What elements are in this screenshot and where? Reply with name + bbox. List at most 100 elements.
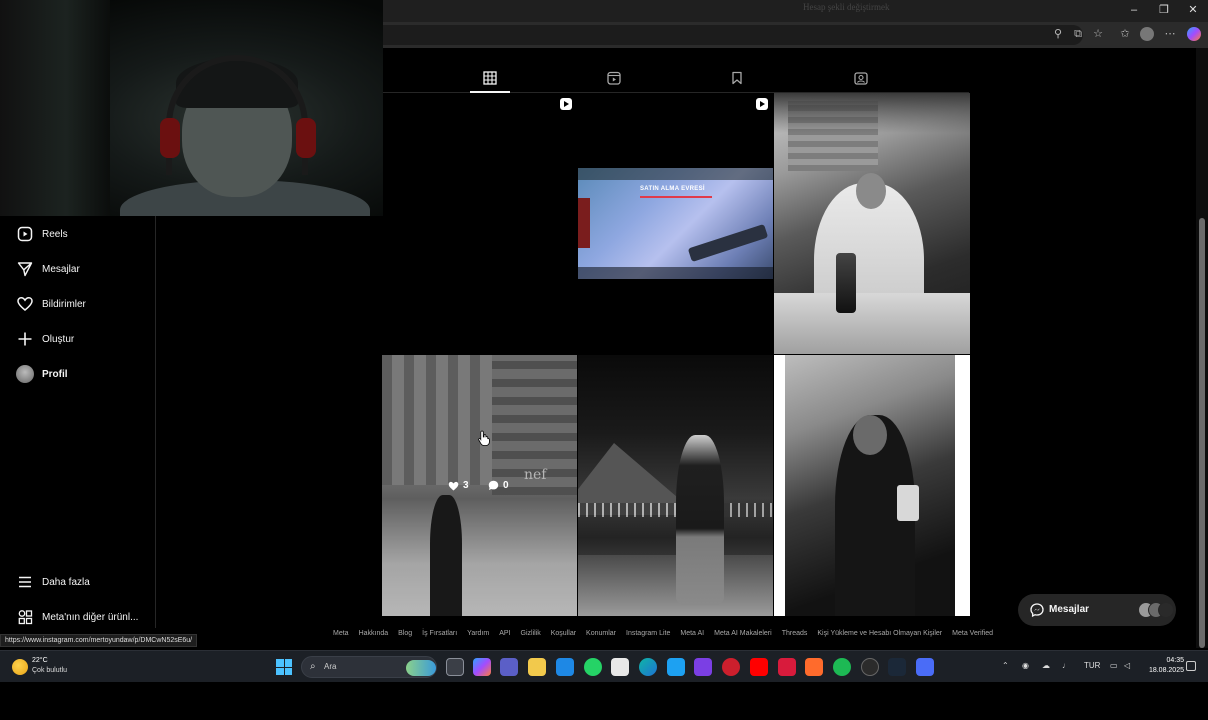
task-view-icon[interactable] [446, 658, 464, 676]
copilot-app-icon[interactable] [473, 658, 491, 676]
key-icon[interactable]: ⚲ [1051, 27, 1065, 41]
copilot-icon[interactable] [1187, 27, 1201, 41]
minimize-button[interactable]: – [1126, 3, 1142, 17]
tray-chevron-icon[interactable]: ⌃ [1002, 661, 1009, 670]
footer-link[interactable]: Meta Verified [952, 630, 993, 642]
sidebar-item-create[interactable]: Oluştur [0, 324, 156, 354]
footer-link[interactable]: Kişi Yükleme ve Hesabı Olmayan Kişiler [817, 630, 942, 642]
messenger-icon [1030, 603, 1044, 617]
footer-link[interactable]: API [499, 630, 510, 642]
post-reel-1[interactable] [383, 93, 578, 354]
spotify-icon[interactable] [833, 658, 851, 676]
windows-start-button[interactable] [276, 659, 292, 675]
open-app-icon[interactable]: ⧉ [1071, 27, 1085, 41]
restore-button[interactable]: ❐ [1156, 3, 1172, 17]
search-icon: ⌕ [310, 661, 316, 672]
sidebar-item-label: Reels [42, 228, 68, 240]
tab-reels[interactable] [606, 70, 622, 86]
paper-plane-icon [16, 260, 34, 278]
chrome-icon[interactable] [861, 658, 879, 676]
weather-cloud-icon [12, 659, 28, 675]
footer-link[interactable]: İş Fırsatları [422, 630, 457, 642]
mail-icon[interactable] [556, 658, 574, 676]
favorites-icon[interactable]: ✩ [1118, 27, 1132, 41]
footer-link[interactable]: Yardım [467, 630, 489, 642]
footer-link[interactable]: Koşullar [551, 630, 576, 642]
footer-link[interactable]: Instagram Lite [626, 630, 670, 642]
weather-description: Çok bulutlu [32, 667, 68, 674]
steam-icon[interactable] [888, 658, 906, 676]
more-options-icon[interactable]: ⋯ [1163, 27, 1177, 41]
hamburger-menu-icon [16, 573, 34, 591]
teams-icon[interactable] [500, 658, 518, 676]
volume-icon[interactable]: ◁ [1124, 661, 1130, 670]
game-banner-text: SATIN ALMA EVRESİ [640, 186, 705, 192]
footer-link[interactable]: Meta AI [680, 630, 704, 642]
status-url-tooltip: https://www.instagram.com/mertoyundaw/p/… [0, 634, 198, 647]
post-bar-photo[interactable] [774, 355, 970, 616]
file-explorer-icon[interactable] [528, 658, 546, 676]
footer-link[interactable]: Hakkında [359, 630, 389, 642]
comment-filled-icon [488, 480, 499, 491]
post-night-photo[interactable] [578, 355, 773, 616]
search-highlight-image [406, 660, 436, 676]
footer-link[interactable]: Threads [782, 630, 808, 642]
left-sidebar: Reels Mesajlar Bildirimler Oluştur Profi… [0, 216, 156, 628]
footer-link[interactable]: Gizlilik [521, 630, 541, 642]
reels-icon [16, 225, 34, 243]
address-bar[interactable] [383, 25, 1083, 45]
tray-network-icon[interactable]: ☁ [1042, 661, 1050, 670]
taskbar-clock[interactable]: 04:35 18.08.2025 [1140, 656, 1184, 676]
webtoon-icon[interactable] [778, 658, 796, 676]
heart-icon [16, 295, 34, 313]
weather-widget[interactable]: 22°C Çok bulutlu [12, 657, 92, 679]
weather-temperature: 22°C [32, 657, 48, 664]
language-indicator[interactable]: TUR [1084, 661, 1100, 670]
tab-saved[interactable] [729, 70, 745, 86]
twitter-icon[interactable] [667, 658, 685, 676]
opera-icon[interactable] [722, 658, 740, 676]
letterbox-bar [0, 682, 1208, 720]
footer-link[interactable]: Blog [398, 630, 412, 642]
microphone-icon[interactable]: ♩ [1062, 661, 1070, 670]
clock-date: 18.08.2025 [1148, 667, 1184, 674]
favorite-star-icon[interactable]: ☆ [1091, 27, 1105, 41]
store-icon[interactable] [611, 658, 629, 676]
whatsapp-icon[interactable] [584, 658, 602, 676]
post-street-photo[interactable]: nef 3 0 [382, 355, 577, 616]
notification-icon[interactable] [1186, 661, 1196, 671]
tab-posts-grid[interactable] [482, 70, 498, 86]
youtube-icon[interactable] [750, 658, 768, 676]
footer-link[interactable]: Meta AI Makaleleri [714, 630, 772, 642]
vlc-icon[interactable] [805, 658, 823, 676]
sidebar-item-label: Meta'nın diğer ürünl... [42, 611, 139, 623]
sidebar-item-messages[interactable]: Mesajlar [0, 254, 156, 284]
footer-link[interactable]: Konumlar [586, 630, 616, 642]
plus-icon [16, 330, 34, 348]
messages-floating-button[interactable]: Mesajlar [1018, 594, 1176, 626]
clock-time: 04:35 [1166, 657, 1184, 664]
browser-profile-icon[interactable] [1140, 27, 1154, 41]
sidebar-item-notifications[interactable]: Bildirimler [0, 289, 156, 319]
sidebar-item-profile[interactable]: Profil [0, 359, 156, 389]
post-cafe-photo[interactable] [774, 93, 970, 354]
footer-links: Meta Hakkında Blog İş Fırsatları Yardım … [333, 630, 993, 642]
close-window-button[interactable]: ✕ [1185, 3, 1201, 17]
profile-tabs [383, 62, 969, 93]
edge-icon[interactable] [639, 658, 657, 676]
tray-app-icon[interactable]: ◉ [1022, 661, 1029, 670]
clipchamp-icon[interactable] [694, 658, 712, 676]
taskbar-search[interactable]: ⌕ Ara [301, 656, 437, 678]
footer-link[interactable]: Meta [333, 630, 349, 642]
sidebar-item-more[interactable]: Daha fazla [0, 567, 156, 597]
app-icon[interactable] [916, 658, 934, 676]
post-game-screenshot[interactable]: SATIN ALMA EVRESİ [578, 168, 773, 279]
page-scrollbar[interactable] [1196, 48, 1208, 648]
wifi-icon[interactable]: ▭ [1110, 661, 1118, 670]
sidebar-item-reels[interactable]: Reels [0, 219, 156, 249]
sidebar-item-meta-products[interactable]: Meta'nın diğer ürünl... [0, 602, 156, 632]
sidebar-item-label: Profil [42, 368, 68, 380]
meta-apps-icon [16, 608, 34, 626]
scrollbar-thumb[interactable] [1199, 218, 1205, 648]
tab-tagged[interactable] [853, 70, 869, 86]
